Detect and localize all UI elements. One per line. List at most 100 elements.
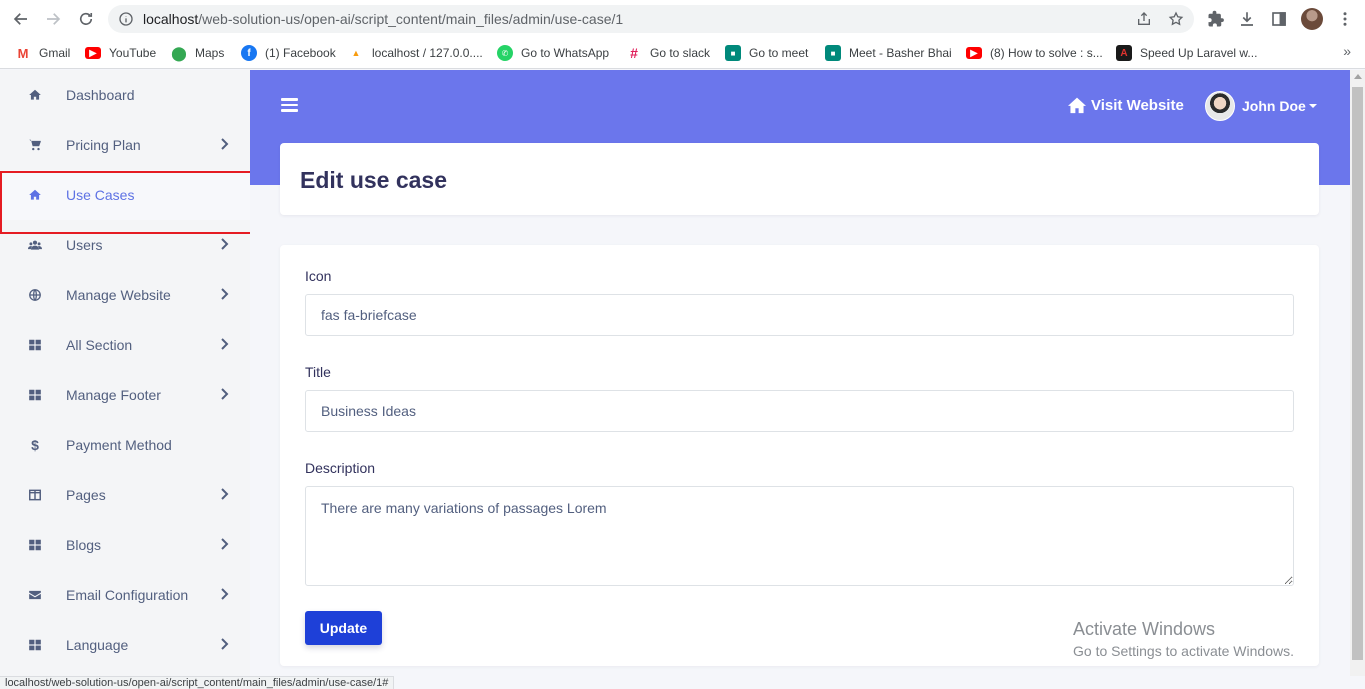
sidebar-item-manage-footer[interactable]: Manage Footer: [0, 370, 250, 420]
sidebar-item-email-configuration[interactable]: Email Configuration: [0, 570, 250, 620]
bookmark-laravel[interactable]: A Speed Up Laravel w...: [1116, 44, 1257, 62]
scrollbar-thumb[interactable]: [1352, 87, 1363, 660]
grid-icon: [26, 536, 44, 554]
bookmark-whatsapp[interactable]: ✆ Go to WhatsApp: [497, 44, 609, 62]
sidebar-item-all-section[interactable]: All Section: [0, 320, 250, 370]
chevron-right-icon: [221, 538, 229, 550]
status-bar-url: localhost/web-solution-us/open-ai/script…: [0, 676, 395, 689]
reload-icon[interactable]: [75, 8, 97, 30]
slack-icon: #: [630, 45, 638, 61]
bookmark-gmail[interactable]: M Gmail: [15, 44, 71, 62]
sidebar-item-payment-method[interactable]: $ Payment Method: [0, 420, 250, 470]
icon-label: Icon: [305, 268, 332, 284]
address-bar[interactable]: localhost/web-solution-us/open-ai/script…: [108, 5, 1194, 33]
bookmark-maps[interactable]: ⬤ Maps: [171, 44, 224, 62]
youtube-icon: ▶: [85, 47, 101, 59]
info-icon[interactable]: [118, 11, 134, 27]
chevron-right-icon: [221, 288, 229, 300]
globe-icon: [26, 286, 44, 304]
url-path: /web-solution-us/open-ai/script_content/…: [198, 11, 624, 27]
title-label: Title: [305, 364, 331, 380]
profile-avatar[interactable]: [1301, 8, 1323, 30]
edit-use-case-form: Icon Title Description There are many va…: [280, 245, 1319, 666]
user-menu[interactable]: John Doe: [1205, 91, 1317, 121]
visit-website-link[interactable]: Visit Website: [1067, 96, 1184, 114]
share-icon[interactable]: [1136, 11, 1152, 27]
sidebar-item-language[interactable]: Language: [0, 620, 250, 670]
url-text[interactable]: localhost/web-solution-us/open-ai/script…: [143, 11, 623, 27]
chevron-right-icon: [221, 338, 229, 350]
chevron-right-icon: [221, 488, 229, 500]
bookmark-phpmyadmin[interactable]: ▲ localhost / 127.0.0....: [348, 44, 483, 62]
hamburger-menu-icon[interactable]: [281, 98, 298, 112]
avatar: [1205, 91, 1235, 121]
description-textarea[interactable]: There are many variations of passages Lo…: [305, 486, 1294, 586]
bookmarks-bar: M Gmail ▶ YouTube ⬤ Maps f (1) Facebook ▲ loc…: [0, 38, 1365, 69]
maps-icon: ⬤: [171, 44, 187, 61]
sidebar-item-use-cases[interactable]: Use Cases: [0, 170, 250, 220]
columns-icon: [26, 486, 44, 504]
user-name: John Doe: [1242, 98, 1306, 114]
sidebar-item-label: All Section: [66, 337, 133, 353]
bookmarks-more-button[interactable]: »: [1343, 43, 1351, 59]
bookmark-youtube-solve[interactable]: ▶ (8) How to solve : s...: [966, 44, 1103, 62]
visit-website-label: Visit Website: [1091, 96, 1184, 114]
sidebar-item-label: Blogs: [66, 537, 102, 553]
download-icon[interactable]: [1238, 10, 1256, 28]
watermark-subtitle: Go to Settings to activate Windows.: [1073, 643, 1294, 659]
back-arrow-icon[interactable]: [10, 8, 32, 30]
side-panel-icon[interactable]: [1270, 10, 1288, 28]
bookmark-slack[interactable]: # Go to slack: [626, 44, 710, 62]
bookmark-label: Meet - Basher Bhai: [849, 46, 952, 60]
home-icon: [26, 186, 44, 204]
extensions-icon[interactable]: [1207, 10, 1225, 28]
bookmark-label: Gmail: [39, 46, 71, 60]
chevron-right-icon: [221, 588, 229, 600]
title-input[interactable]: [305, 390, 1294, 432]
bookmark-youtube[interactable]: ▶ YouTube: [85, 44, 156, 62]
bookmark-facebook[interactable]: f (1) Facebook: [241, 44, 336, 62]
url-host: localhost: [143, 11, 199, 27]
browser-toolbar: localhost/web-solution-us/open-ai/script…: [0, 0, 1365, 38]
sidebar-item-pages[interactable]: Pages: [0, 470, 250, 520]
sidebar: Dashboard Pricing Plan Use Cases Users M…: [0, 70, 250, 676]
chevron-right-icon: [221, 388, 229, 400]
sidebar-item-label: Payment Method: [66, 437, 172, 453]
page-header-card: Edit use case: [280, 143, 1319, 215]
bookmark-meet[interactable]: ■ Go to meet: [725, 44, 808, 62]
sidebar-item-label: Pricing Plan: [66, 137, 141, 153]
home-icon: [26, 86, 44, 104]
bookmark-label: (8) How to solve : s...: [990, 46, 1103, 60]
menu-dots-icon[interactable]: [1336, 10, 1354, 28]
sidebar-item-label: Language: [66, 637, 129, 653]
forward-arrow-icon[interactable]: [42, 8, 64, 30]
sidebar-item-manage-website[interactable]: Manage Website: [0, 270, 250, 320]
scroll-up-arrow-icon[interactable]: [1354, 74, 1362, 79]
sidebar-item-pricing-plan[interactable]: Pricing Plan: [0, 120, 250, 170]
bookmark-label: localhost / 127.0.0....: [372, 46, 483, 60]
sidebar-item-blogs[interactable]: Blogs: [0, 520, 250, 570]
sidebar-item-label: Users: [66, 237, 103, 253]
facebook-icon: f: [241, 45, 257, 61]
watermark-title: Activate Windows: [1073, 619, 1216, 639]
sidebar-item-label: Use Cases: [66, 187, 135, 203]
sidebar-item-dashboard[interactable]: Dashboard: [0, 70, 250, 120]
bookmark-label: YouTube: [109, 46, 157, 60]
bookmark-label: Go to meet: [749, 46, 809, 60]
page-scrollbar[interactable]: [1350, 70, 1365, 676]
dollar-icon: $: [31, 437, 39, 453]
bookmark-label: Speed Up Laravel w...: [1140, 46, 1258, 60]
sidebar-item-label: Manage Footer: [66, 387, 161, 403]
icon-input[interactable]: [305, 294, 1294, 336]
sidebar-item-users[interactable]: Users: [0, 220, 250, 270]
whatsapp-icon: ✆: [497, 45, 513, 61]
bookmark-label: Go to WhatsApp: [521, 46, 610, 60]
description-label: Description: [305, 460, 376, 476]
star-icon[interactable]: [1168, 11, 1184, 27]
update-button[interactable]: Update: [305, 611, 382, 645]
bookmark-meet-basher[interactable]: ■ Meet - Basher Bhai: [825, 44, 952, 62]
phpmyadmin-icon: ▲: [351, 48, 361, 58]
main-content: Visit Website John Doe Edit use case Ico…: [250, 70, 1350, 676]
grid-icon: [26, 636, 44, 654]
youtube-icon: ▶: [966, 47, 982, 59]
